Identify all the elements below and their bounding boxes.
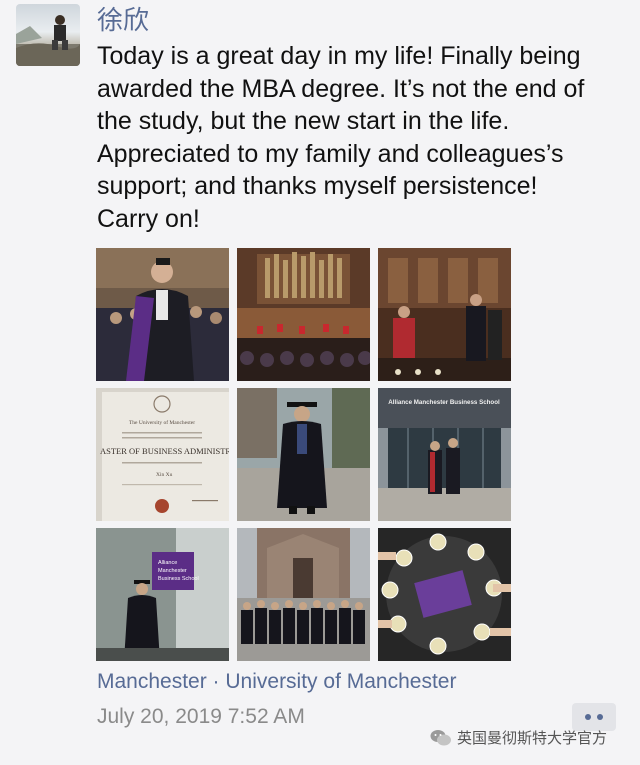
certificate-name: Xin Xu — [156, 472, 173, 478]
post-text-line: Carry on! — [97, 204, 200, 233]
post-timestamp: July 20, 2019 7:52 AM — [97, 705, 305, 728]
post-location[interactable]: Manchester · University of Manchester — [97, 670, 456, 694]
photo-group-graduates[interactable] — [237, 528, 370, 661]
post-text-line: Today is a great day in my life! Finally… — [97, 42, 581, 70]
banner-line: Alliance — [158, 560, 177, 566]
post-text: Today is a great day in my life! Finally… — [97, 40, 627, 235]
certificate-degree: ASTER OF BUSINESS ADMINISTRAT — [100, 446, 229, 456]
wechat-icon — [430, 729, 451, 745]
banner-line: Business School — [158, 576, 199, 582]
banner-line: Manchester — [158, 568, 187, 574]
photo-champagne-toast[interactable] — [378, 528, 511, 661]
photo-degree-certificate[interactable]: The University of Manchester ASTER OF BU… — [96, 388, 229, 521]
photo-graduate-portrait[interactable] — [96, 248, 229, 381]
photo-grid: The University of Manchester ASTER OF BU… — [96, 248, 511, 661]
watermark: 英国曼彻斯特大学官方 — [430, 727, 607, 748]
post-text-line: Appreciated to my family and colleagues’… — [97, 139, 564, 168]
photo-graduate-banner[interactable]: Alliance Manchester Business School — [96, 528, 229, 661]
avatar[interactable] — [16, 4, 80, 66]
photo-graduate-outdoors[interactable] — [237, 388, 370, 521]
post-text-line: awarded the MBA degree. It’s not the end… — [97, 74, 585, 103]
certificate-institution: The University of Manchester — [129, 419, 195, 426]
dot-icon — [585, 714, 591, 720]
avatar-photo — [16, 15, 80, 66]
photo-business-school-entrance[interactable]: Alliance Manchester Business School — [378, 388, 511, 521]
building-sign: Alliance Manchester Business School — [388, 399, 500, 406]
post-author-name[interactable]: 徐欣 — [97, 4, 149, 36]
post-text-line: the study, but the new start in the life… — [97, 107, 510, 135]
dot-icon — [597, 714, 603, 720]
post-text-line: support; and thanks myself persistence! — [97, 172, 538, 200]
watermark-text: 英国曼彻斯特大学官方 — [457, 730, 608, 747]
photo-ceremony-hall[interactable] — [237, 248, 370, 381]
photo-stage-handshake[interactable] — [378, 248, 511, 381]
